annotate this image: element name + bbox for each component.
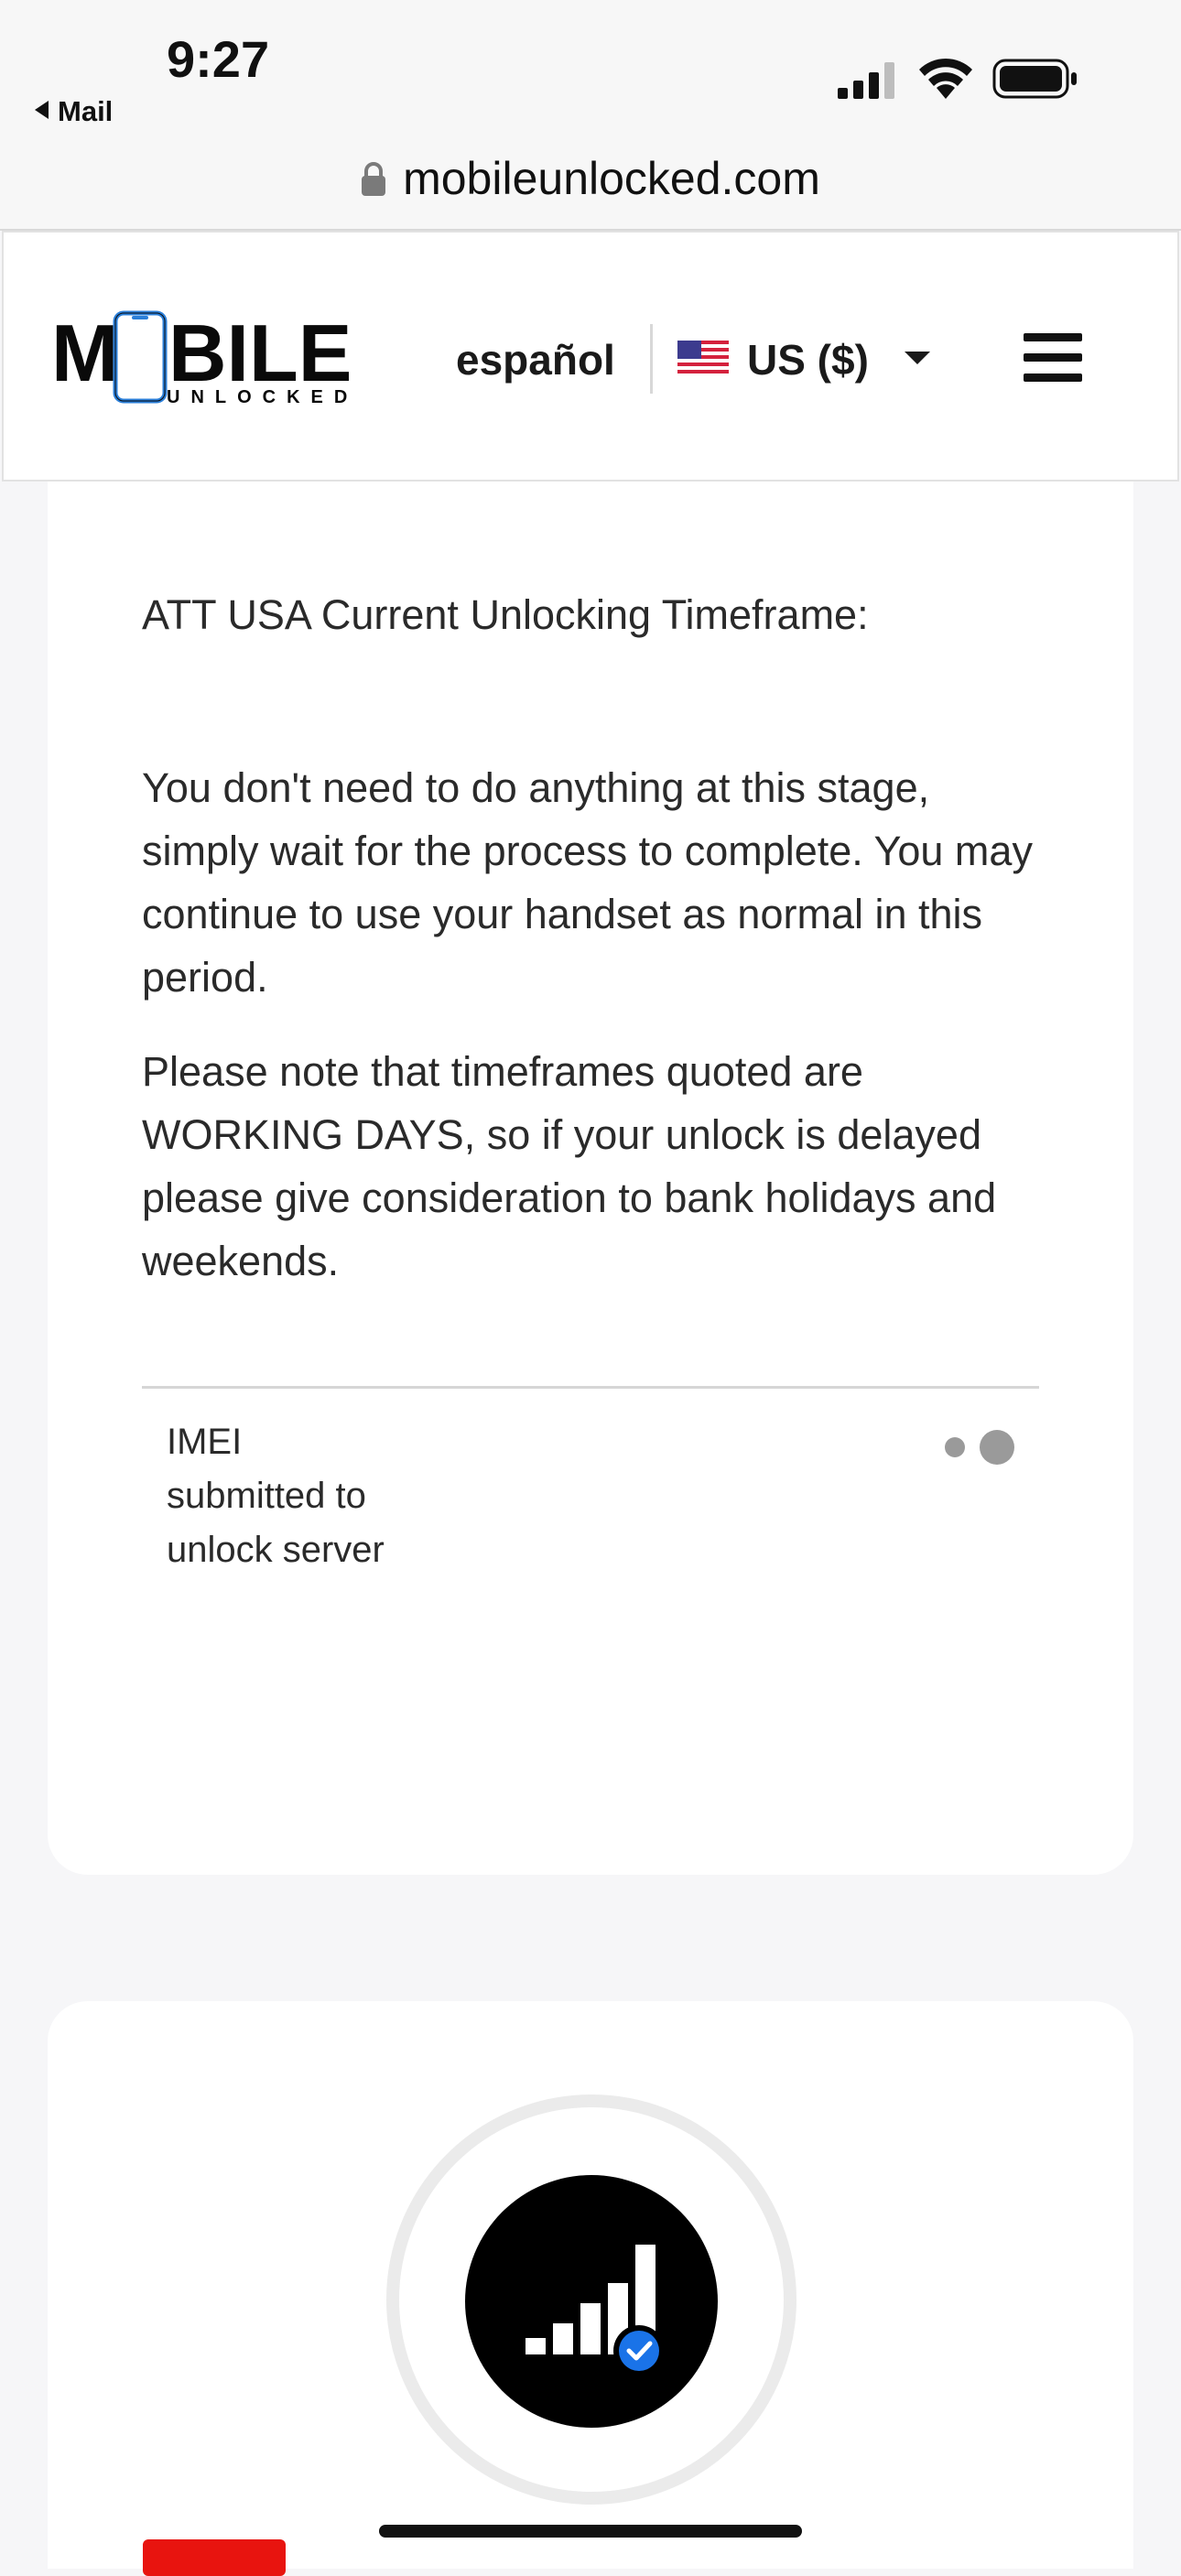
language-link[interactable]: español (456, 335, 615, 384)
progress-step-label: IMEI submitted to unlock server (167, 1422, 385, 1570)
working-days-note: Please note that timeframes quoted are W… (142, 1048, 997, 1284)
us-flag-icon (677, 341, 729, 377)
svg-text:UNLOCKED: UNLOCKED (167, 387, 353, 407)
timeframe-title: ATT USA Current Unlocking Timeframe: (142, 591, 869, 638)
currency-selector[interactable]: US ($) (747, 335, 869, 384)
lock-icon (362, 162, 386, 196)
hamburger-menu-icon[interactable] (1024, 333, 1082, 383)
unlock-status-card: ATT USA Current Unlocking Timeframe: You… (48, 482, 1133, 1875)
site-header: M BILE UNLOCKED español US ($) (2, 231, 1179, 482)
back-to-mail-button[interactable]: Mail (35, 95, 113, 128)
svg-text:BILE: BILE (168, 308, 352, 398)
battery-icon (992, 59, 1077, 99)
address-bar[interactable]: mobileunlocked.com (0, 152, 1181, 205)
svg-text:M: M (51, 308, 118, 398)
url-text: mobileunlocked.com (403, 153, 820, 204)
cellular-signal-icon (838, 62, 894, 99)
status-tag (143, 2539, 286, 2576)
header-divider (650, 324, 653, 394)
back-app-label: Mail (58, 95, 114, 127)
loading-dots-icon (945, 1428, 1036, 1465)
section-divider (142, 1386, 1039, 1389)
mobile-unlocked-logo[interactable]: M BILE UNLOCKED (51, 308, 353, 408)
browser-chrome: 9:27 Mail mobileunlocked.com (0, 0, 1181, 231)
signal-check-icon (465, 2175, 718, 2428)
status-time: 9:27 (167, 30, 270, 88)
home-indicator[interactable] (379, 2525, 802, 2538)
instructions-paragraph: You don't need to do anything at this st… (142, 764, 1033, 1001)
wifi-icon (919, 58, 972, 99)
back-arrow-icon (35, 101, 49, 119)
unlock-feature-card (48, 2001, 1133, 2576)
chevron-down-icon[interactable] (905, 352, 930, 364)
